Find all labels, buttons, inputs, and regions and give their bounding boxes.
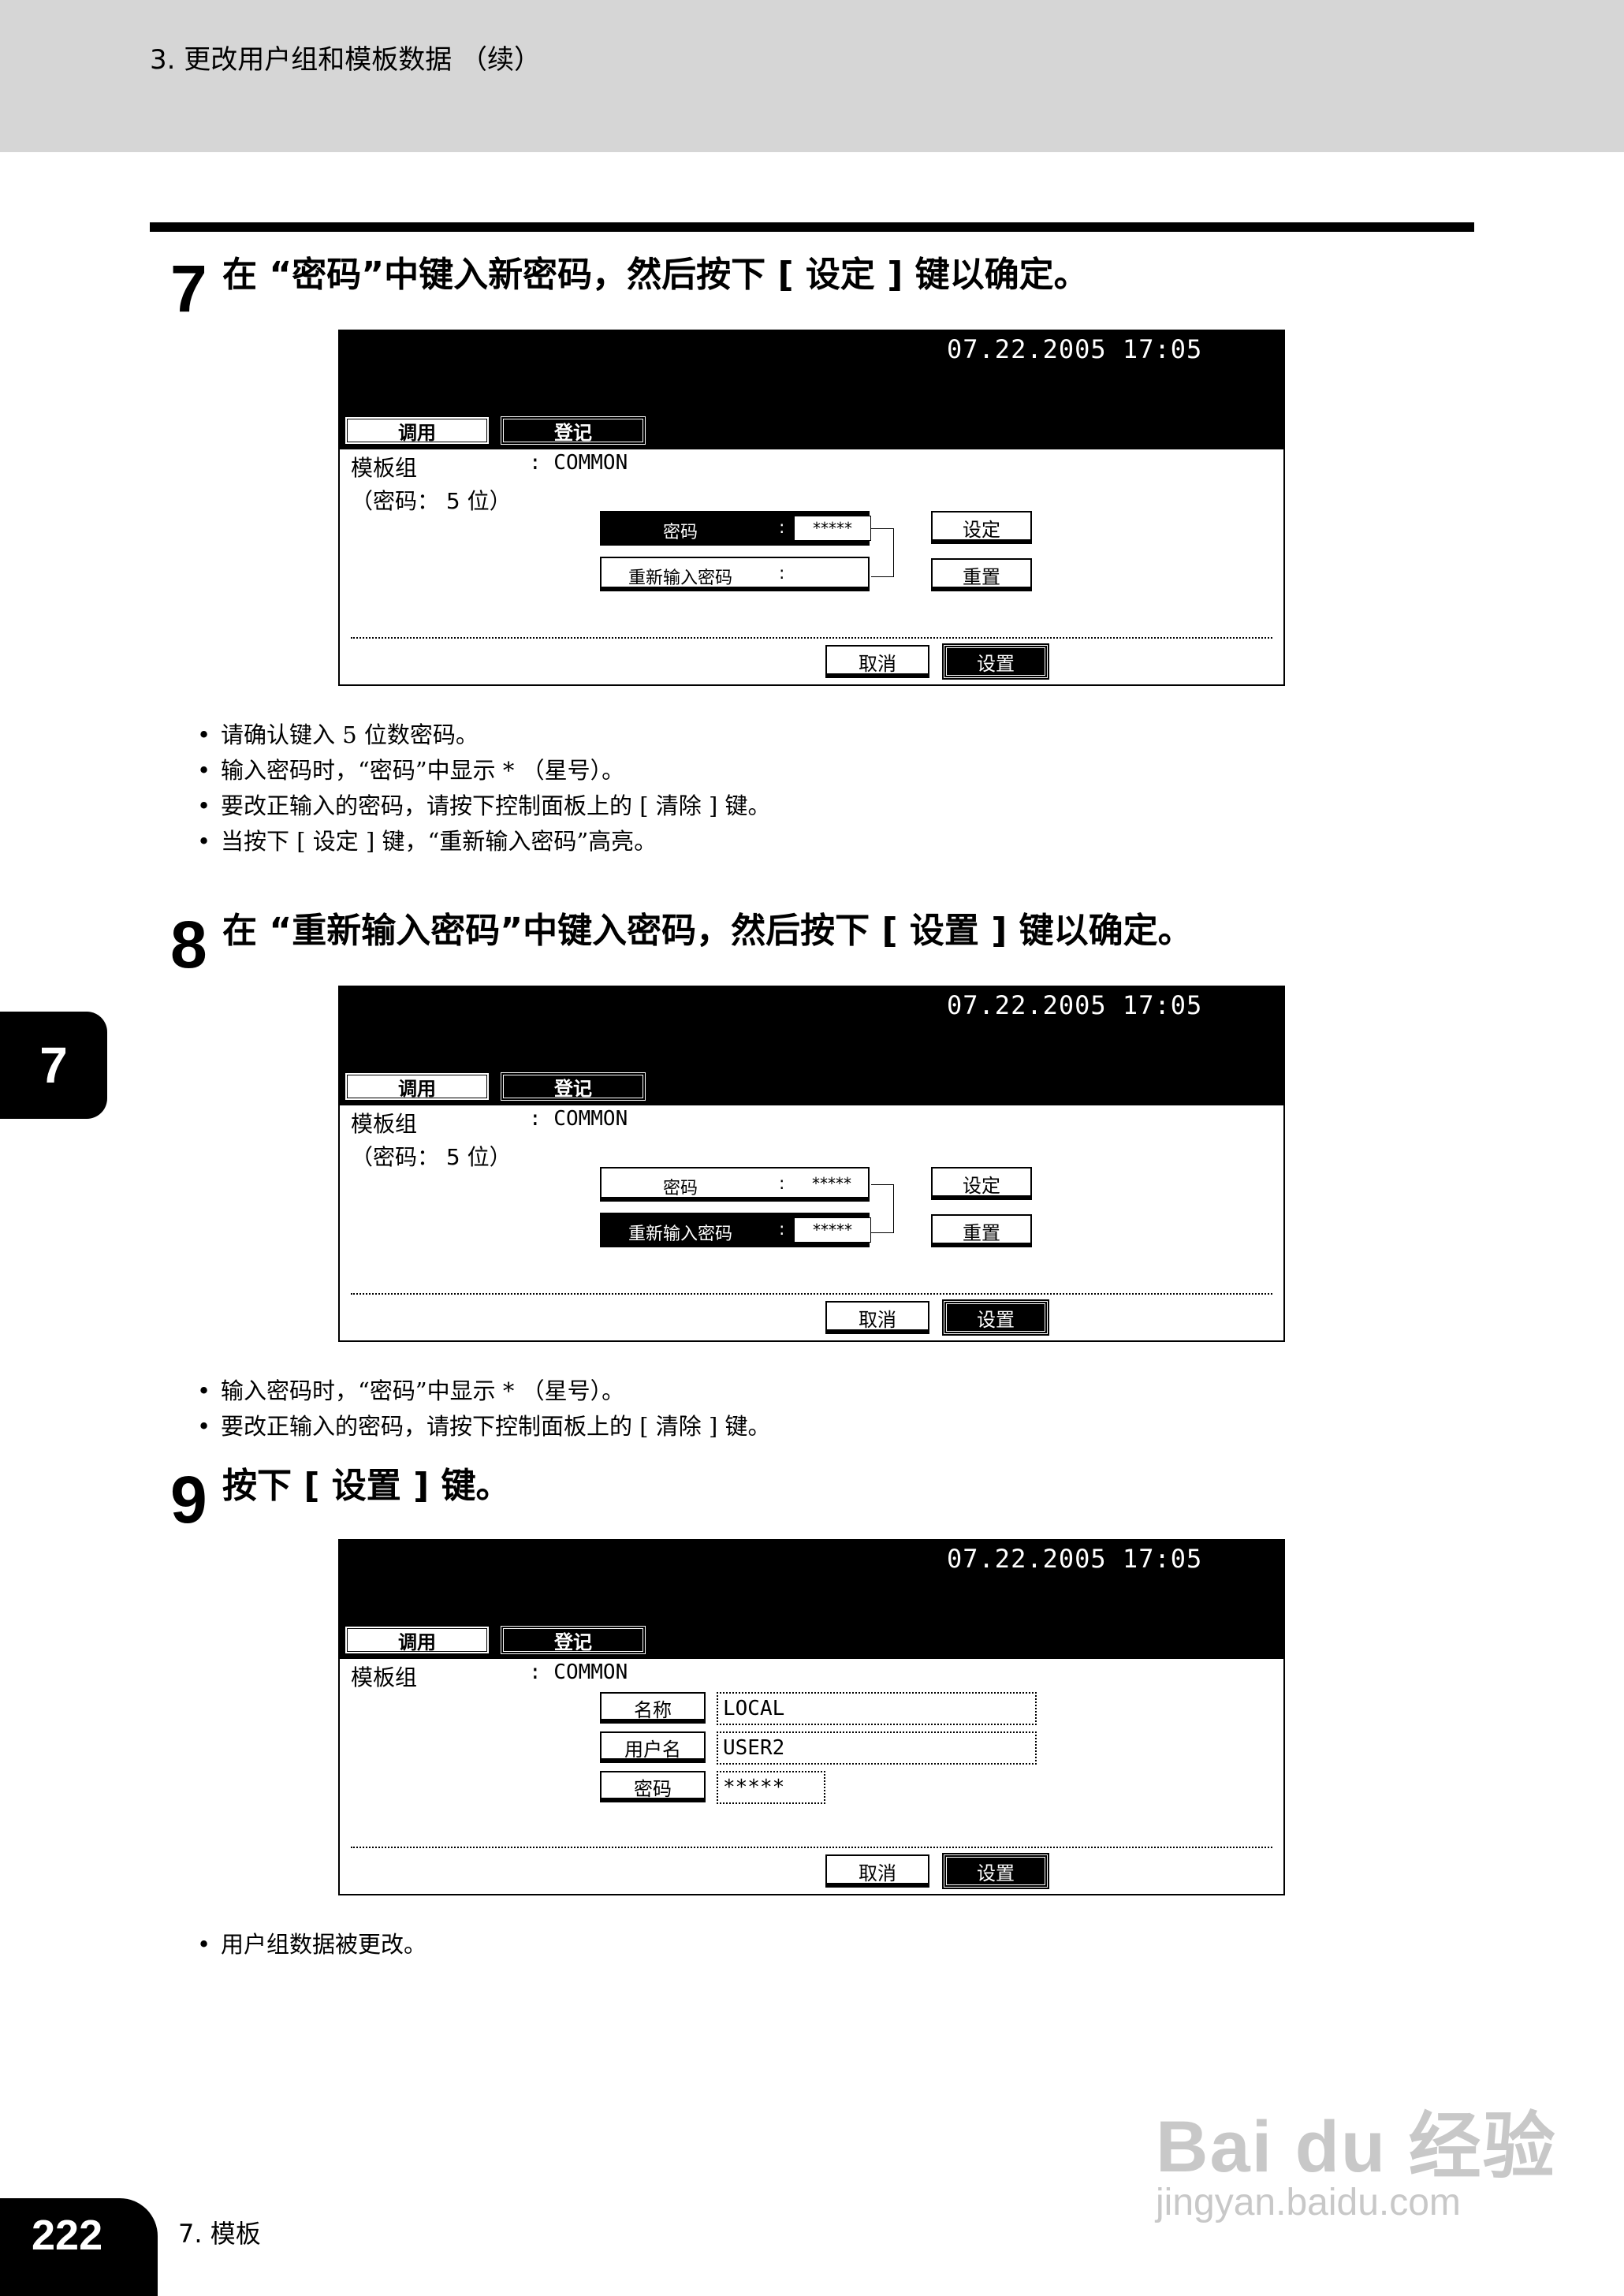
note-item: 输入密码时，“密码”中显示 * （星号）。 [197, 753, 771, 788]
cancel-button[interactable]: 取消 [825, 1301, 929, 1334]
step-number: 9 [170, 1463, 207, 1537]
chapter-tab: 7 [0, 1012, 107, 1119]
set-button[interactable]: 设定 [931, 1167, 1032, 1200]
step-number: 8 [170, 908, 207, 982]
step-number: 7 [170, 252, 207, 326]
reenter-password-field[interactable]: 重新输入密码 : [600, 557, 870, 591]
reset-button[interactable]: 重置 [931, 558, 1032, 591]
divider [351, 637, 1272, 639]
tab-recall[interactable]: 调用 [345, 1072, 490, 1101]
password-length-note: （密码： 5 位） [351, 1144, 512, 1170]
save-button[interactable]: 设置 [942, 1299, 1049, 1336]
note-item: 要改正输入的密码，请按下控制面板上的 [ 清除 ] 键。 [197, 1409, 770, 1444]
note-item: 请确认键入 5 位数密码。 [197, 718, 771, 753]
cancel-button[interactable]: 取消 [825, 645, 929, 678]
panel-screenshot: 07.22.2005 17:05 调用 登记 模板组 : COMMON 名称 L… [338, 1539, 1285, 1895]
reenter-password-label: 重新输入密码 [628, 1224, 732, 1244]
watermark-logo: Bai du 经验 [1156, 2107, 1557, 2187]
reenter-password-field[interactable]: 重新输入密码 : ***** [600, 1213, 871, 1247]
save-button[interactable]: 设置 [942, 643, 1049, 680]
divider [351, 1847, 1272, 1848]
panel-screenshot: 07.22.2005 17:05 调用 登记 模板组 : COMMON （密码：… [338, 330, 1285, 686]
reenter-password-label: 重新输入密码 [628, 568, 732, 588]
tab-recall[interactable]: 调用 [345, 416, 490, 445]
note-item: 用户组数据被更改。 [197, 1927, 426, 1962]
tab-register[interactable]: 登记 [501, 1626, 646, 1654]
footer-chapter-title: 7. 模板 [178, 2219, 261, 2249]
password-field-label: 密码 [662, 1179, 698, 1198]
step-instruction: 在 “密码”中键入新密码，然后按下 [ 设定 ] 键以确定。 [222, 255, 1089, 295]
name-button[interactable]: 名称 [600, 1692, 706, 1724]
password-field-value: ***** [794, 516, 871, 541]
note-item: 当按下 [ 设定 ] 键，“重新输入密码”高亮。 [197, 824, 771, 859]
tab-register[interactable]: 登记 [501, 1072, 646, 1101]
password-button[interactable]: 密码 [600, 1771, 706, 1802]
step-notes: 输入密码时，“密码”中显示 * （星号）。 要改正输入的密码，请按下控制面板上的… [197, 1374, 771, 1444]
screen-datetime: 07.22.2005 17:05 [947, 1544, 1203, 1574]
tab-register[interactable]: 登记 [501, 416, 646, 445]
group-value: : COMMON [529, 1660, 628, 1684]
password-field[interactable]: 密码 : ***** [600, 511, 871, 546]
group-value: : COMMON [529, 451, 628, 475]
set-button[interactable]: 设定 [931, 511, 1032, 544]
note-item: 输入密码时，“密码”中显示 * （星号）。 [197, 1374, 771, 1409]
step-notes: 用户组数据被更改。 [197, 1927, 426, 1962]
password-field-value: ***** [812, 1174, 851, 1193]
cancel-button[interactable]: 取消 [825, 1854, 929, 1888]
step-instruction: 按下 [ 设置 ] 键。 [222, 1466, 511, 1506]
note-item: 要改正输入的密码，请按下控制面板上的 [ 清除 ] 键。 [197, 788, 770, 824]
username-field[interactable]: USER2 [717, 1731, 1037, 1765]
password-field-label: 密码 [662, 523, 698, 542]
reenter-password-value [794, 561, 870, 585]
page-number: 222 [32, 2212, 103, 2259]
divider [351, 1293, 1272, 1295]
group-label: 模板组 [351, 455, 418, 481]
screen-datetime: 07.22.2005 17:05 [947, 334, 1203, 364]
step-notes: 请确认键入 5 位数密码。 输入密码时，“密码”中显示 * （星号）。 要改正输… [197, 718, 771, 859]
password-field[interactable]: ***** [717, 1771, 825, 1804]
save-button[interactable]: 设置 [942, 1853, 1049, 1889]
group-label: 模板组 [351, 1664, 418, 1690]
group-label: 模板组 [351, 1111, 418, 1137]
tab-recall[interactable]: 调用 [345, 1626, 490, 1654]
breadcrumb: 3. 更改用户组和模板数据 （续） [150, 44, 542, 76]
connector-bracket [871, 528, 894, 577]
connector-bracket [871, 1184, 894, 1233]
name-field[interactable]: LOCAL [717, 1692, 1037, 1725]
screen-datetime: 07.22.2005 17:05 [947, 990, 1203, 1020]
watermark-url: jingyan.baidu.com [1156, 2182, 1461, 2223]
step-instruction: 在 “重新输入密码”中键入密码，然后按下 [ 设置 ] 键以确定。 [222, 911, 1193, 951]
group-value: : COMMON [529, 1107, 628, 1131]
reenter-password-value: ***** [794, 1217, 871, 1243]
username-button[interactable]: 用户名 [600, 1731, 706, 1763]
panel-screenshot: 07.22.2005 17:05 调用 登记 模板组 : COMMON （密码：… [338, 986, 1285, 1342]
section-rule [150, 222, 1474, 232]
password-length-note: （密码： 5 位） [351, 488, 512, 514]
password-field[interactable]: 密码 : ***** [600, 1167, 870, 1202]
reset-button[interactable]: 重置 [931, 1214, 1032, 1247]
